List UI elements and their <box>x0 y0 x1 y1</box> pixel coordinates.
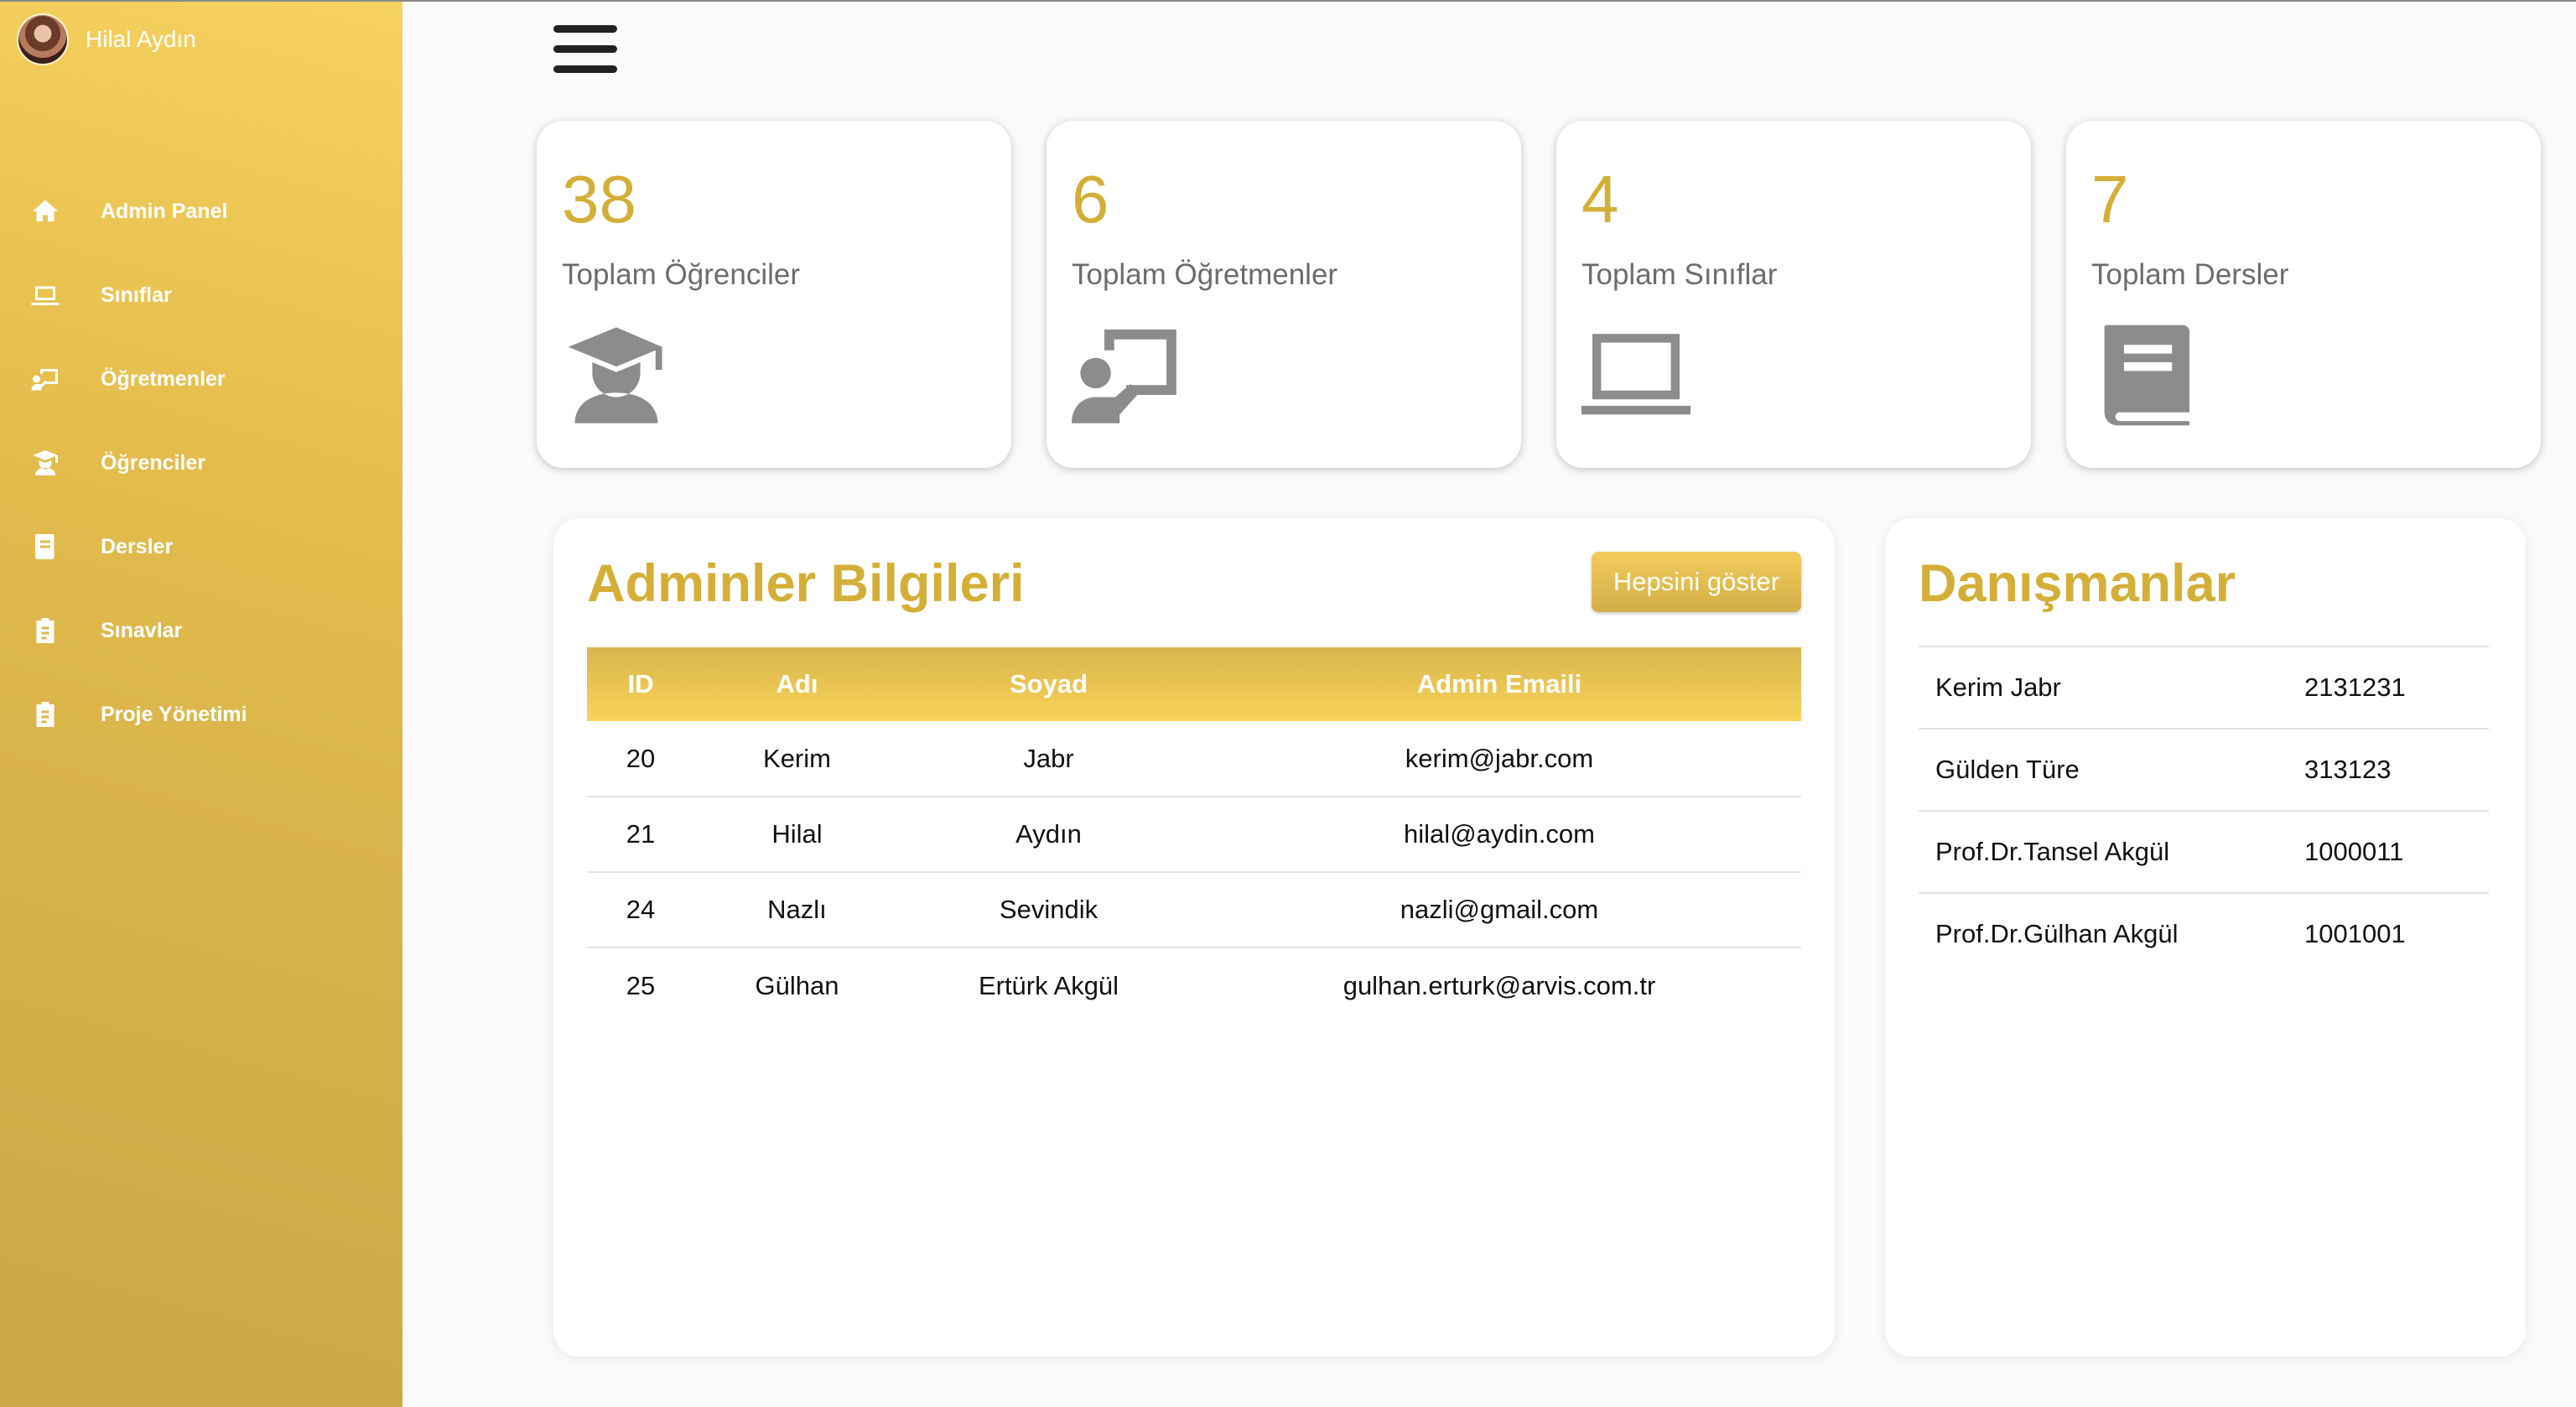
advisor-name: Prof.Dr.Gülhan Akgül <box>1935 919 2179 948</box>
admins-table: ID Adı Soyad Admin Emaili 20 Kerim Jabr … <box>587 647 1801 1023</box>
stat-value: 6 <box>1072 162 1109 236</box>
cell-name: Kerim <box>694 721 900 797</box>
list-item[interactable]: Prof.Dr.Gülhan Akgül 1001001 <box>1919 892 2489 974</box>
hamburger-line <box>553 25 617 33</box>
table-row[interactable]: 21 Hilal Aydın hilal@aydin.com <box>587 797 1801 873</box>
table-row[interactable]: 24 Nazlı Sevindik nazli@gmail.com <box>587 872 1801 948</box>
sidebar-item-exams[interactable]: Sınavlar <box>0 589 402 672</box>
teacher-icon <box>1072 319 1181 428</box>
cell-surname: Jabr <box>900 721 1197 797</box>
home-icon <box>29 195 62 228</box>
hamburger-line <box>553 45 617 53</box>
stat-card-teachers[interactable]: 6 Toplam Öğretmenler <box>1046 121 1521 468</box>
admins-title: Adminler Bilgileri <box>587 554 1025 613</box>
sidebar-item-label: Proje Yönetimi <box>101 702 247 726</box>
cell-id: 25 <box>626 970 656 1000</box>
cell-surname: Aydın <box>900 797 1197 873</box>
sidebar-nav: Admin Panel Sınıflar Öğretmenler Öğrenci… <box>0 169 402 756</box>
laptop-icon <box>1581 319 1690 428</box>
stat-label: Toplam Sınıflar <box>1581 258 1778 291</box>
advisor-name: Prof.Dr.Tansel Akgül <box>1935 837 2170 866</box>
avatar[interactable] <box>17 13 69 65</box>
admins-panel: Adminler Bilgileri Hepsini göster ID Adı… <box>553 518 1835 1357</box>
cell-surname: Sevindik <box>900 872 1197 948</box>
sidebar-item-label: Sınıflar <box>101 283 172 307</box>
cell-id: 20 <box>587 721 694 797</box>
hamburger-line <box>553 65 617 73</box>
list-item[interactable]: Kerim Jabr 2131231 <box>1919 646 2489 728</box>
stat-value: 7 <box>2091 162 2129 236</box>
stat-card-students[interactable]: 38 Toplam Öğrenciler <box>537 121 1011 468</box>
sidebar-item-label: Sınavlar <box>101 618 183 642</box>
column-header-id[interactable]: ID <box>587 647 694 721</box>
sidebar-item-label: Dersler <box>101 534 174 558</box>
cell-name: Gülhan <box>755 970 839 1000</box>
sidebar-item-courses[interactable]: Dersler <box>0 505 402 589</box>
clipboard-icon <box>29 614 62 647</box>
sidebar-item-teachers[interactable]: Öğretmenler <box>0 337 402 421</box>
table-row[interactable]: 20 Kerim Jabr kerim@jabr.com <box>587 721 1801 797</box>
sidebar-item-students[interactable]: Öğrenciler <box>0 421 402 505</box>
stat-value: 38 <box>562 162 636 236</box>
cell-email: kerim@jabr.com <box>1197 721 1801 797</box>
stat-card-classes[interactable]: 4 Toplam Sınıflar <box>1556 121 2031 468</box>
cell-name: Nazlı <box>694 872 900 948</box>
sidebar-item-label: Öğretmenler <box>101 366 226 391</box>
advisors-panel: Danışmanlar Kerim Jabr 2131231 Gülden Tü… <box>1885 518 2526 1357</box>
advisors-title: Danışmanlar <box>1919 554 2236 613</box>
advisor-name: Kerim Jabr <box>1935 672 2061 702</box>
column-header-email[interactable]: Admin Emaili <box>1197 647 1801 721</box>
advisor-name: Gülden Türe <box>1935 755 2080 784</box>
advisor-id: 1001001 <box>2304 919 2406 948</box>
advisor-id: 313123 <box>2304 755 2392 784</box>
student-icon <box>29 446 62 480</box>
list-item[interactable]: Prof.Dr.Tansel Akgül 1000011 <box>1919 810 2489 892</box>
book-icon <box>29 530 62 563</box>
sidebar-item-label: Öğrenciler <box>101 450 206 475</box>
stat-label: Toplam Dersler <box>2091 258 2289 291</box>
advisor-id: 2131231 <box>2304 672 2406 702</box>
cell-id: 24 <box>587 872 694 948</box>
list-item[interactable]: Gülden Türe 313123 <box>1919 728 2489 810</box>
show-all-button[interactable]: Hepsini göster <box>1592 552 1801 612</box>
teacher-icon <box>29 362 62 396</box>
table-row[interactable]: 25 Gülhan Ertürk Akgül gulhan.erturk@arv… <box>587 948 1801 1023</box>
cell-name: Hilal <box>694 797 900 873</box>
sidebar-item-classes[interactable]: Sınıflar <box>0 253 402 337</box>
sidebar-item-label: Admin Panel <box>101 199 228 223</box>
user-profile[interactable]: Hilal Aydın <box>17 13 196 65</box>
column-header-name[interactable]: Adı <box>694 647 900 721</box>
clipboard-icon <box>29 698 62 731</box>
cell-email: nazli@gmail.com <box>1197 872 1801 948</box>
sidebar-item-project-management[interactable]: Proje Yönetimi <box>0 672 402 756</box>
profile-name: Hilal Aydın <box>86 26 196 52</box>
column-header-surname[interactable]: Soyad <box>900 647 1197 721</box>
stat-value: 4 <box>1581 162 1619 236</box>
cell-email: hilal@aydin.com <box>1197 797 1801 873</box>
stat-label: Toplam Öğretmenler <box>1072 258 1338 291</box>
advisors-list: Kerim Jabr 2131231 Gülden Türe 313123 Pr… <box>1919 646 2489 974</box>
laptop-icon <box>29 278 62 312</box>
sidebar: Hilal Aydın Admin Panel Sınıflar Öğretme… <box>0 2 402 1407</box>
menu-toggle-button[interactable] <box>553 25 617 79</box>
table-header-row: ID Adı Soyad Admin Emaili <box>587 647 1801 721</box>
book-icon <box>2091 319 2200 428</box>
graduate-icon <box>562 319 671 428</box>
stat-card-courses[interactable]: 7 Toplam Dersler <box>2066 121 2541 468</box>
stat-label: Toplam Öğrenciler <box>562 258 800 291</box>
cell-id: 21 <box>587 797 694 873</box>
sidebar-item-admin-panel[interactable]: Admin Panel <box>0 169 402 253</box>
cell-surname: Ertürk Akgül <box>978 970 1119 1000</box>
cell-email: gulhan.erturk@arvis.com.tr <box>1343 970 1656 1000</box>
advisor-id: 1000011 <box>2304 837 2404 866</box>
